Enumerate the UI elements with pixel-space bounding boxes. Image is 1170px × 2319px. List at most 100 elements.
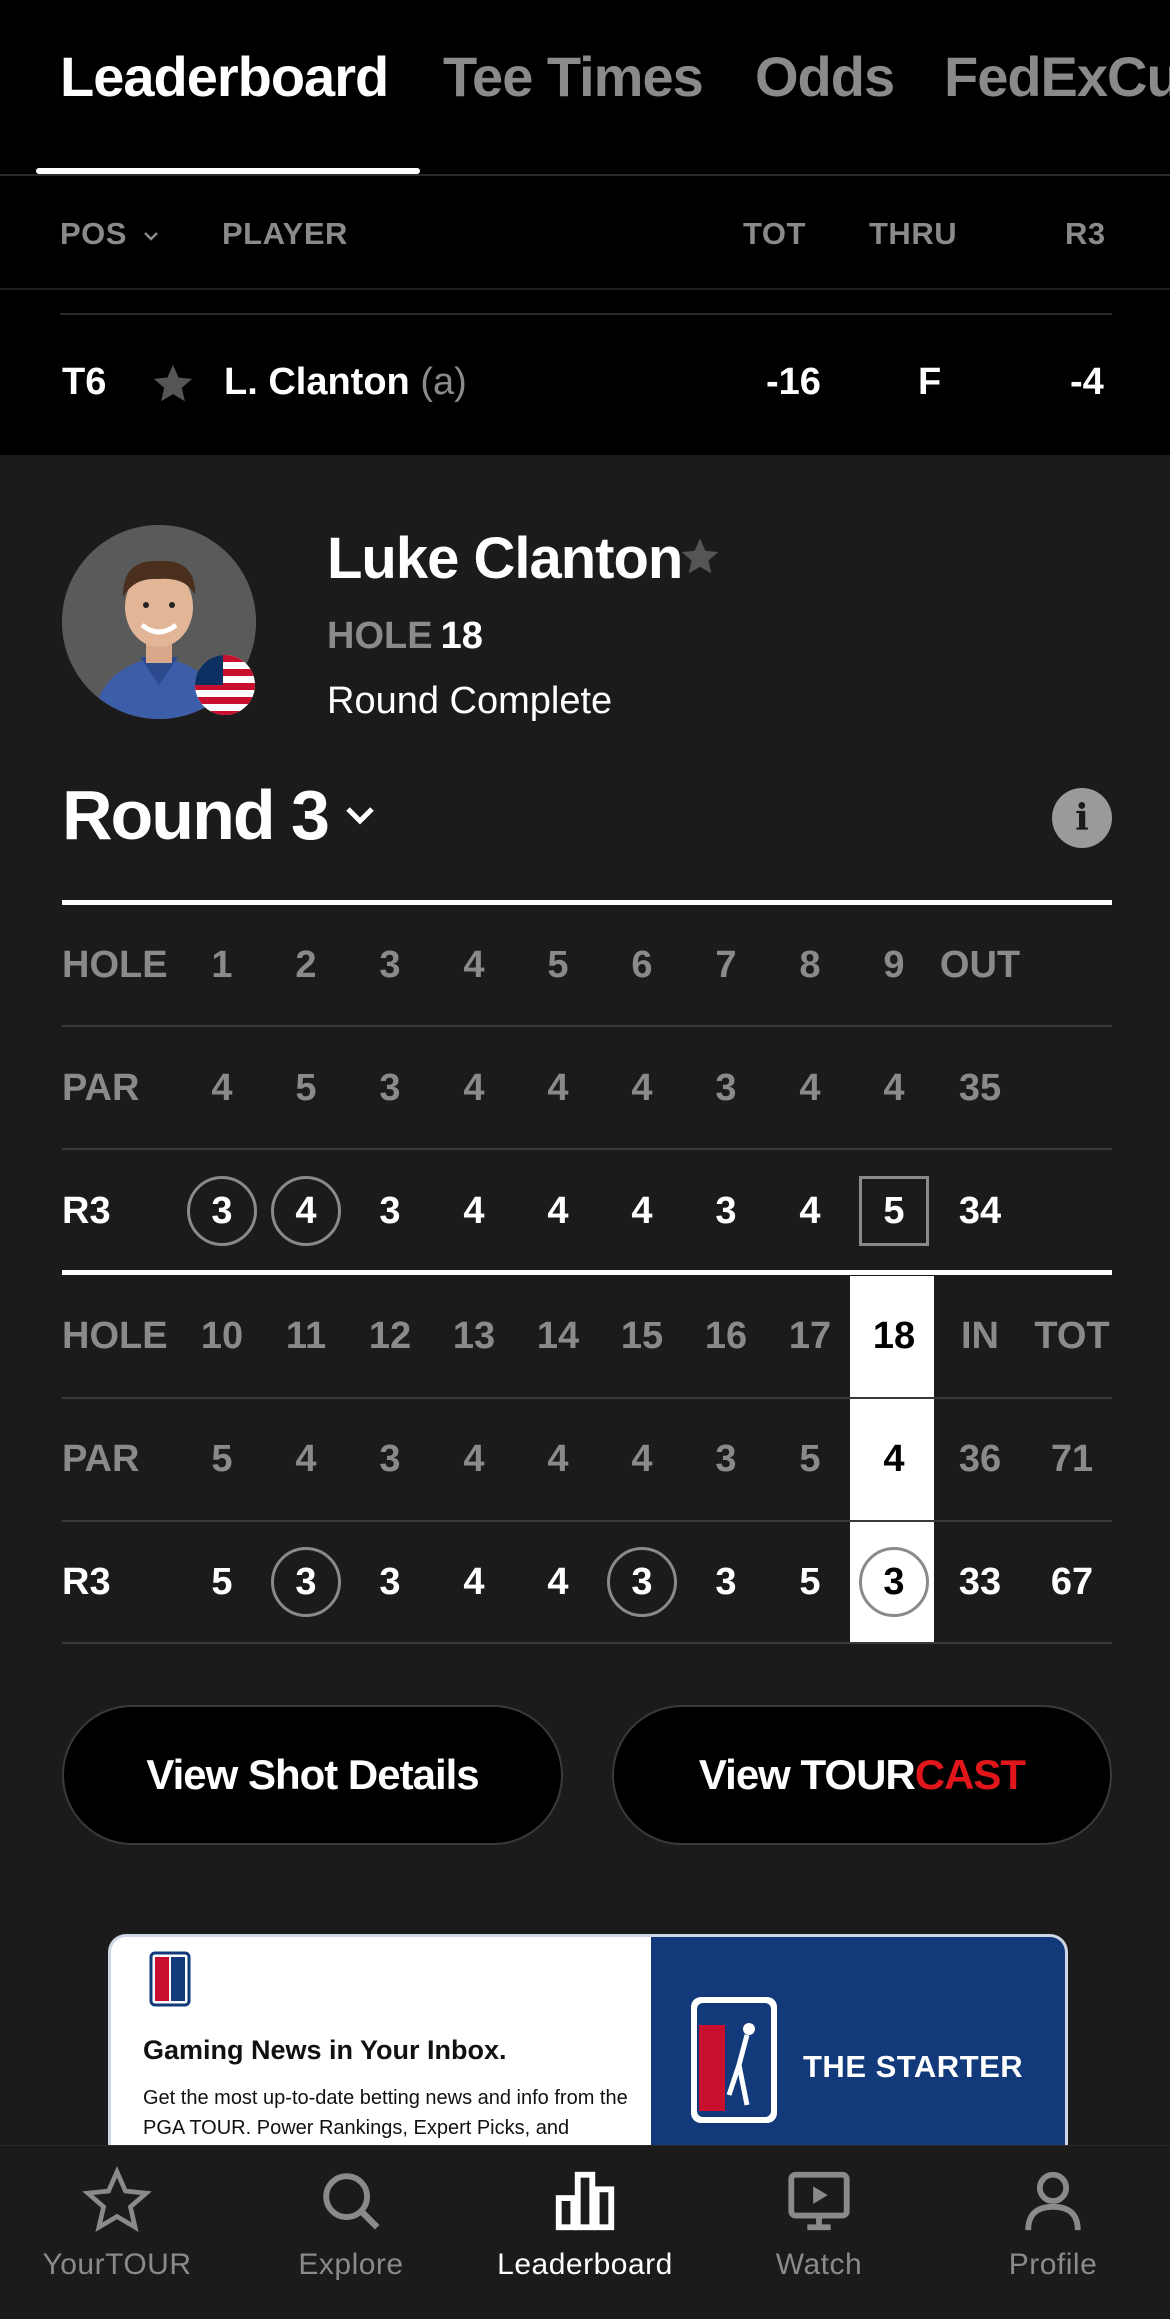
nav-label: Watch	[775, 2248, 863, 2281]
score-value: 3	[180, 1151, 264, 1271]
in-header: IN	[938, 1276, 1022, 1396]
cell-value: 4	[631, 1437, 653, 1480]
score-value: 3	[684, 1151, 768, 1271]
leaderboard-row[interactable]: T6 L. Clanton (a) -16 F -4	[0, 315, 1170, 455]
score-value: 4	[432, 1151, 516, 1271]
cell-value: 5	[295, 1066, 317, 1109]
score-value: 5	[852, 1151, 936, 1271]
chevron-down-icon	[144, 231, 158, 241]
par-value: 4	[264, 1399, 348, 1519]
cell-value: 3	[379, 1437, 401, 1480]
cell-value: 14	[536, 1314, 580, 1357]
cell-value: 17	[788, 1314, 832, 1357]
tab-leaderboard[interactable]: Leaderboard	[60, 44, 389, 109]
ad-brand: THE STARTER	[803, 2049, 1024, 2084]
score-value: 3	[348, 1522, 432, 1642]
cell-value: 4	[883, 1066, 905, 1109]
row-label: R3	[62, 1189, 111, 1232]
cell-value: 15	[620, 1314, 664, 1357]
nav-watch[interactable]: Watch	[702, 2166, 936, 2282]
ad-text-area: Gaming News in Your Inbox. Get the most …	[111, 1937, 651, 2146]
nav-explore[interactable]: Explore	[234, 2166, 468, 2282]
round-header: R3	[1065, 216, 1106, 251]
birdie-circle: 3	[187, 1176, 257, 1246]
cell-value: 3	[715, 1189, 737, 1232]
cell-value: 33	[958, 1560, 1002, 1603]
row-label: HOLE	[62, 943, 168, 986]
video-icon	[788, 2171, 850, 2231]
player-full-name: Luke Clanton	[327, 526, 683, 591]
info-icon[interactable]: i	[1052, 788, 1112, 848]
par-value: 4	[516, 1399, 600, 1519]
view-shot-details-button[interactable]: View Shot Details	[62, 1705, 563, 1845]
cell-value: 3	[379, 1560, 401, 1603]
hole-value: 18	[440, 615, 483, 657]
pos-sort-button[interactable]: POS	[60, 216, 160, 252]
player-name-cell: L. Clanton (a)	[224, 361, 467, 404]
cell-value: 4	[463, 1189, 485, 1232]
cell-value: 3	[715, 1066, 737, 1109]
hole-number: 6	[600, 905, 684, 1025]
cell-value: 4	[463, 1066, 485, 1109]
par-value: 4	[852, 1399, 936, 1519]
out-score: 34	[938, 1151, 1022, 1271]
player-header: PLAYER	[222, 216, 348, 251]
hole-number: 2	[264, 905, 348, 1025]
favorite-star-icon[interactable]	[678, 535, 722, 579]
nav-leaderboard[interactable]: Leaderboard	[468, 2166, 702, 2282]
tot-par: 71	[1030, 1399, 1114, 1519]
round-label: Round 3	[62, 776, 330, 854]
cell-value: 12	[368, 1314, 412, 1357]
hole-number: 3	[348, 905, 432, 1025]
cell-value: 4	[211, 1066, 233, 1109]
nav-label: Leaderboard	[497, 2248, 673, 2281]
round-selector[interactable]: Round 3	[62, 775, 378, 855]
par-value: 3	[684, 1399, 768, 1519]
cell-value: 3	[379, 1066, 401, 1109]
ad-banner[interactable]: Gaming News in Your Inbox. Get the most …	[108, 1934, 1068, 2146]
cell-value: 5	[211, 1437, 233, 1480]
cell-value: 34	[958, 1189, 1002, 1232]
tot-header: TOT	[743, 216, 806, 251]
amateur-tag: (a)	[420, 361, 467, 403]
score-value: 3	[684, 1522, 768, 1642]
par-value: 3	[684, 1028, 768, 1148]
hole-number: 1	[180, 905, 264, 1025]
nav-yourtour[interactable]: YourTOUR	[0, 2166, 234, 2282]
view-tourcast-button[interactable]: View TOUR CAST	[612, 1705, 1112, 1845]
hole-number: 9	[852, 905, 936, 1025]
tourcast-suffix: CAST	[914, 1751, 1026, 1798]
tab-odds[interactable]: Odds	[755, 44, 895, 109]
cell-value: 13	[452, 1314, 496, 1357]
par-value: 3	[348, 1028, 432, 1148]
hole-number: 13	[432, 1276, 516, 1396]
score-value: 3	[600, 1522, 684, 1642]
tab-fedexcup[interactable]: FedExCup	[944, 44, 1170, 109]
top-tab-bar: Leaderboard Tee Times Odds FedExCup	[0, 0, 1170, 176]
par-value: 4	[432, 1028, 516, 1148]
cell-value: IN	[961, 1314, 999, 1357]
cell-value: 3	[715, 1437, 737, 1480]
round-status: Round Complete	[327, 680, 613, 722]
par-value: 4	[516, 1028, 600, 1148]
cell-value: 4	[883, 1437, 905, 1480]
hole-number: 17	[768, 1276, 852, 1396]
hole-number: 14	[516, 1276, 600, 1396]
hole-label: HOLE	[327, 615, 433, 657]
nav-profile[interactable]: Profile	[936, 2166, 1170, 2282]
row-label: HOLE	[62, 1314, 168, 1357]
divider	[62, 1148, 1112, 1150]
cell-value: 3	[295, 1560, 317, 1603]
tab-tee-times[interactable]: Tee Times	[443, 44, 704, 109]
current-hole: HOLE 18	[327, 615, 483, 658]
bogey-square: 5	[859, 1176, 929, 1246]
tot-header: TOT	[1030, 1276, 1114, 1396]
par-value: 4	[600, 1399, 684, 1519]
cell-value: 4	[463, 1437, 485, 1480]
hole-number: 15	[600, 1276, 684, 1396]
cell-value: 4	[463, 1560, 485, 1603]
thru-value: F	[918, 361, 942, 403]
out-header: OUT	[938, 905, 1022, 1025]
favorite-star-icon[interactable]	[150, 361, 196, 407]
par-value: 4	[432, 1399, 516, 1519]
